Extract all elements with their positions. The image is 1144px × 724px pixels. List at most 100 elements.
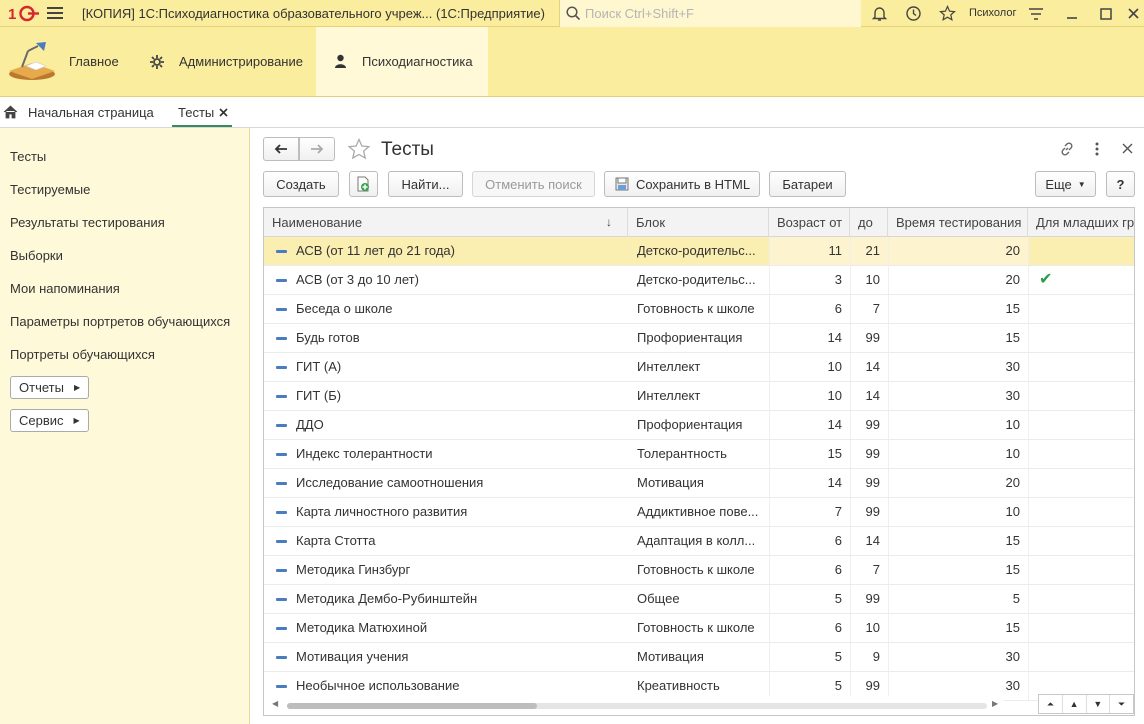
nav-link-portraits[interactable]: Портреты обучающихся	[10, 347, 155, 362]
table-row[interactable]: Карта Стотта Адаптация в колл... 6 14 15	[264, 527, 1134, 556]
add-document-icon	[357, 176, 369, 192]
cell-age-to: 99	[850, 324, 888, 352]
cell-block: Детско-родительс...	[637, 243, 756, 258]
table-row[interactable]: Индекс толерантности Толерантность 15 99 10	[264, 440, 1134, 469]
scroll-left-icon[interactable]: ◀	[272, 699, 278, 708]
cell-block: Интеллект	[637, 388, 701, 403]
create-copy-button[interactable]	[349, 171, 378, 197]
column-header-time[interactable]: Время тестирования	[888, 208, 1028, 237]
help-button[interactable]: ?	[1106, 171, 1135, 197]
settings-menu-icon[interactable]	[1028, 7, 1044, 21]
table-row[interactable]: Методика Дембо-Рубинштейн Общее 5 99 5	[264, 585, 1134, 614]
bell-icon[interactable]	[871, 5, 888, 22]
nav-group-service[interactable]: Сервис ▶	[10, 409, 89, 432]
close-tab-icon[interactable]	[219, 108, 228, 117]
batteries-button[interactable]: Батареи	[769, 171, 846, 197]
column-header-age-from[interactable]: Возраст от	[769, 208, 850, 237]
horizontal-scrollbar[interactable]: ◀ ▶	[264, 696, 1004, 715]
page-down-icon[interactable]: ▼	[1087, 695, 1111, 713]
history-icon[interactable]	[905, 5, 922, 22]
cell-block: Детско-родительс...	[637, 272, 756, 287]
column-header-block[interactable]: Блок	[628, 208, 769, 237]
search-input[interactable]: Поиск Ctrl+Shift+F	[559, 0, 861, 27]
first-page-icon[interactable]: ⏶	[1039, 695, 1063, 713]
table-row[interactable]: Методика Гинзбург Готовность к школе 6 7 15	[264, 556, 1134, 585]
nav-group-reports[interactable]: Отчеты ▶	[10, 376, 90, 399]
create-button[interactable]: Создать	[263, 171, 339, 197]
column-header-age-to[interactable]: до	[850, 208, 888, 237]
table-row[interactable]: ГИТ (Б) Интеллект 10 14 30	[264, 382, 1134, 411]
save-html-button[interactable]: Сохранить в HTML	[604, 171, 760, 197]
cell-junior	[1028, 440, 1134, 468]
table-row[interactable]: Будь готов Профориентация 14 99 15	[264, 324, 1134, 353]
favorite-star-icon[interactable]	[347, 138, 371, 160]
cell-age-to: 10	[850, 266, 888, 294]
tab-home[interactable]: Начальная страница	[0, 97, 166, 127]
cell-name: АСВ (от 3 до 10 лет)	[296, 272, 419, 287]
close-icon[interactable]	[1127, 7, 1140, 20]
find-button[interactable]: Найти...	[388, 171, 463, 197]
cell-junior	[1028, 498, 1134, 526]
more-button[interactable]: Еще ▼	[1035, 171, 1096, 197]
cell-name: АСВ (от 11 лет до 21 года)	[296, 243, 455, 258]
table-row[interactable]: ДДО Профориентация 14 99 10	[264, 411, 1134, 440]
cell-name: Карта личностного развития	[296, 504, 468, 519]
menu-icon[interactable]	[47, 7, 63, 20]
tab-tests[interactable]: Тесты	[172, 97, 232, 127]
user-name[interactable]: Психолог	[969, 7, 1016, 19]
cell-block: Аддиктивное пове...	[637, 504, 759, 519]
cell-age-to: 21	[850, 237, 888, 265]
table-row[interactable]: Беседа о школе Готовность к школе 6 7 15	[264, 295, 1134, 324]
table-row[interactable]: ГИТ (А) Интеллект 10 14 30	[264, 353, 1134, 382]
maximize-icon[interactable]	[1099, 7, 1113, 21]
arrow-right-icon: ▶	[73, 383, 81, 392]
more-vert-icon[interactable]	[1094, 141, 1100, 157]
cell-name: Индекс толерантности	[296, 446, 433, 461]
last-page-icon[interactable]: ⏷	[1110, 695, 1133, 713]
table-row[interactable]: Исследование самоотношения Мотивация 14 99 2…	[264, 469, 1134, 498]
section-main[interactable]: Главное	[0, 27, 133, 96]
cell-time: 30	[888, 382, 1028, 410]
cell-time: 15	[888, 556, 1028, 584]
table-row[interactable]: АСВ (от 11 лет до 21 года) Детско-родител…	[264, 237, 1134, 266]
cell-age-to: 9	[850, 643, 888, 671]
cell-age-from: 10	[769, 382, 850, 410]
nav-link-results[interactable]: Результаты тестирования	[10, 215, 165, 230]
nav-link-reminders[interactable]: Мои напоминания	[10, 281, 120, 296]
scroll-right-icon[interactable]: ▶	[992, 699, 998, 708]
cell-time: 10	[888, 440, 1028, 468]
nav-link-tests[interactable]: Тесты	[10, 149, 46, 164]
1c-logo: 1	[8, 5, 39, 22]
section-admin[interactable]: Администрирование	[133, 27, 316, 96]
scrollbar-thumb[interactable]	[287, 703, 537, 709]
cell-age-to: 14	[850, 527, 888, 555]
table-row[interactable]: Методика Матюхиной Готовность к школе 6 10 1…	[264, 614, 1134, 643]
cell-junior	[1028, 614, 1134, 642]
column-header-junior[interactable]: Для младших гр	[1028, 208, 1134, 237]
nav-link-portrait-params[interactable]: Параметры портретов обучающихся	[10, 314, 230, 329]
nav-link-testees[interactable]: Тестируемые	[10, 182, 90, 197]
section-psychodiagnostics[interactable]: Психодиагностика	[316, 27, 488, 96]
forward-button[interactable]	[299, 137, 335, 161]
minimize-icon[interactable]	[1065, 7, 1079, 21]
scrollbar-track[interactable]	[287, 703, 987, 709]
cell-block: Готовность к школе	[637, 562, 755, 577]
column-header-label: Наименование	[272, 215, 363, 230]
nav-link-samples[interactable]: Выборки	[10, 248, 63, 263]
link-icon[interactable]	[1059, 141, 1075, 157]
cell-time: 15	[888, 614, 1028, 642]
page-up-icon[interactable]: ▲	[1063, 695, 1087, 713]
star-icon[interactable]	[939, 5, 956, 22]
table-row[interactable]: Карта личностного развития Аддиктивное по…	[264, 498, 1134, 527]
column-header-name[interactable]: Наименование ↓	[264, 208, 628, 237]
tests-table[interactable]: Наименование ↓ Блок Возраст от до Время …	[263, 207, 1135, 716]
cancel-search-button[interactable]: Отменить поиск	[472, 171, 595, 197]
cell-time: 15	[888, 324, 1028, 352]
cell-time: 30	[888, 353, 1028, 381]
cell-name: ГИТ (Б)	[296, 388, 342, 403]
close-form-icon[interactable]	[1122, 143, 1133, 154]
back-button[interactable]	[263, 137, 299, 161]
table-row[interactable]: АСВ (от 3 до 10 лет) Детско-родительс... 3…	[264, 266, 1134, 295]
title-bar: 1 [КОПИЯ] 1С:Психодиагностика образовате…	[0, 0, 1144, 27]
table-row[interactable]: Мотивация учения Мотивация 5 9 30	[264, 643, 1134, 672]
